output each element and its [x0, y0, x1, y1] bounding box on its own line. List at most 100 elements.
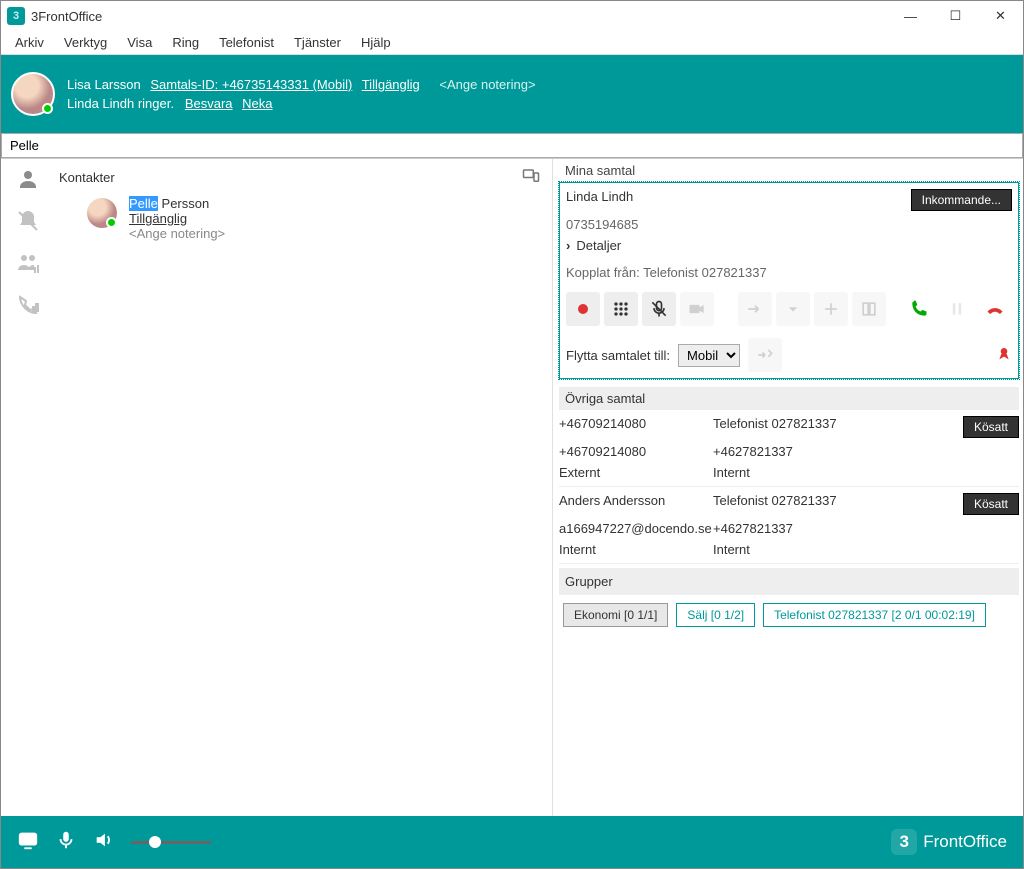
presence-dot	[42, 103, 53, 114]
group-telefonist[interactable]: Telefonist 027821337 [2 0/1 00:02:19]	[763, 603, 986, 627]
slider-knob[interactable]	[149, 836, 161, 848]
contacts-title: Kontakter	[59, 170, 115, 185]
mute-button[interactable]	[642, 292, 676, 326]
dialpad-button[interactable]	[604, 292, 638, 326]
cell: +46709214080	[559, 444, 709, 459]
menu-bar: Arkiv Verktyg Visa Ring Telefonist Tjäns…	[1, 31, 1023, 55]
other-call-row[interactable]: Anders Andersson Telefonist 027821337 Kö…	[559, 487, 1019, 564]
caller-name: Linda Lindh	[566, 189, 633, 204]
menu-ring[interactable]: Ring	[162, 32, 209, 53]
cell: +4627821337	[713, 521, 863, 536]
cell: Telefonist 027821337	[713, 416, 863, 431]
transfer-button[interactable]	[738, 292, 772, 326]
active-call-card: Linda Lindh Inkommande... 0735194685 › D…	[559, 182, 1019, 379]
contact-presence-dot	[106, 217, 117, 228]
ribbon-icon[interactable]	[996, 346, 1012, 365]
record-button[interactable]	[566, 292, 600, 326]
search-input[interactable]	[1, 133, 1023, 158]
caller-id-link[interactable]: Samtals-ID: +46735143331 (Mobil)	[150, 77, 352, 92]
chevron-right-icon: ›	[566, 238, 570, 253]
add-button[interactable]	[814, 292, 848, 326]
contact-status[interactable]: Tillgänglig	[129, 211, 187, 226]
cell: Anders Andersson	[559, 493, 709, 508]
close-button[interactable]: ✕	[978, 1, 1023, 31]
menu-visa[interactable]: Visa	[117, 32, 162, 53]
devices-icon[interactable]	[522, 167, 540, 188]
cell: +46709214080	[559, 416, 709, 431]
cell: a166947227@docendo.se	[559, 521, 709, 536]
user-name: Lisa Larsson	[67, 77, 141, 92]
menu-tjanster[interactable]: Tjänster	[284, 32, 351, 53]
group-ekonomi[interactable]: Ekonomi [0 1/1]	[563, 603, 668, 627]
contacts-icon[interactable]	[16, 167, 40, 191]
queued-badge: Kösatt	[963, 416, 1019, 438]
other-call-row[interactable]: +46709214080 Telefonist 027821337 Kösatt…	[559, 410, 1019, 487]
app-icon: 3	[7, 7, 25, 25]
user-header: Lisa Larsson Samtals-ID: +46735143331 (M…	[1, 55, 1023, 133]
brand-logo-icon: 3	[891, 829, 917, 855]
other-calls-list: +46709214080 Telefonist 027821337 Kösatt…	[559, 410, 1023, 564]
right-panel: Mina samtal Linda Lindh Inkommande... 07…	[553, 159, 1023, 816]
contact-note[interactable]: <Ange notering>	[129, 226, 225, 241]
mute-bell-icon[interactable]	[16, 209, 40, 233]
groups-title: Grupper	[559, 568, 1019, 595]
transfer-menu-button[interactable]	[776, 292, 810, 326]
video-button[interactable]	[680, 292, 714, 326]
maximize-button[interactable]: ☐	[933, 1, 978, 31]
contact-name-highlight: Pelle	[129, 196, 158, 211]
contact-item[interactable]: Pelle Persson Tillgänglig <Ange notering…	[55, 196, 540, 241]
availability-link[interactable]: Tillgänglig	[362, 77, 420, 92]
move-execute-button[interactable]	[748, 338, 782, 372]
from-text: Kopplat från: Telefonist 027821337	[566, 259, 1012, 280]
volume-slider[interactable]	[131, 841, 211, 844]
user-avatar[interactable]	[11, 72, 55, 116]
cell: Internt	[559, 542, 709, 557]
move-call-select[interactable]: Mobil	[678, 344, 740, 367]
hold-button[interactable]	[940, 292, 974, 326]
park-button[interactable]	[852, 292, 886, 326]
search-row	[1, 133, 1023, 159]
decline-link[interactable]: Neka	[242, 96, 272, 111]
title-bar: 3 3FrontOffice — ☐ ✕	[1, 1, 1023, 31]
main-area: Kontakter Pelle Persson Tillgänglig <Ang…	[1, 159, 1023, 816]
cell: Internt	[713, 542, 863, 557]
caller-number: 0735194685	[566, 211, 1012, 232]
cell: Externt	[559, 465, 709, 480]
note-placeholder[interactable]: <Ange notering>	[439, 77, 535, 92]
window-controls: — ☐ ✕	[888, 1, 1023, 31]
queue-icon[interactable]	[16, 251, 40, 275]
brand-text: FrontOffice	[923, 832, 1007, 852]
contacts-panel: Kontakter Pelle Persson Tillgänglig <Ang…	[55, 159, 553, 816]
my-calls-title: Mina samtal	[559, 159, 1023, 182]
footer-bar: 3 FrontOffice	[1, 816, 1023, 868]
answer-link[interactable]: Besvara	[185, 96, 233, 111]
menu-arkiv[interactable]: Arkiv	[5, 32, 54, 53]
menu-verktyg[interactable]: Verktyg	[54, 32, 117, 53]
call-stats-icon[interactable]	[16, 293, 40, 317]
hangup-button[interactable]	[978, 292, 1012, 326]
side-icon-bar	[1, 159, 55, 816]
menu-telefonist[interactable]: Telefonist	[209, 32, 284, 53]
mic-icon[interactable]	[55, 829, 77, 856]
speaker-icon[interactable]	[93, 829, 115, 856]
menu-hjalp[interactable]: Hjälp	[351, 32, 401, 53]
cell: +4627821337	[713, 444, 863, 459]
other-calls-title: Övriga samtal	[559, 387, 1019, 410]
answer-button[interactable]	[902, 292, 936, 326]
details-toggle[interactable]: › Detaljer	[566, 232, 1012, 259]
headset-icon[interactable]	[17, 829, 39, 856]
cell: Telefonist 027821337	[713, 493, 863, 508]
details-label: Detaljer	[576, 238, 621, 253]
minimize-button[interactable]: —	[888, 1, 933, 31]
cell: Internt	[713, 465, 863, 480]
contact-avatar	[85, 196, 119, 230]
brand-badge: 3 FrontOffice	[891, 829, 1007, 855]
incoming-badge: Inkommande...	[911, 189, 1012, 211]
ringing-text: Linda Lindh ringer.	[67, 96, 174, 111]
call-toolbar	[566, 292, 1012, 326]
window-title: 3FrontOffice	[31, 9, 888, 24]
move-call-label: Flytta samtalet till:	[566, 348, 670, 363]
contact-name-rest: Persson	[158, 196, 209, 211]
group-buttons: Ekonomi [0 1/1] Sälj [0 1/2] Telefonist …	[559, 595, 1023, 635]
group-salj[interactable]: Sälj [0 1/2]	[676, 603, 755, 627]
